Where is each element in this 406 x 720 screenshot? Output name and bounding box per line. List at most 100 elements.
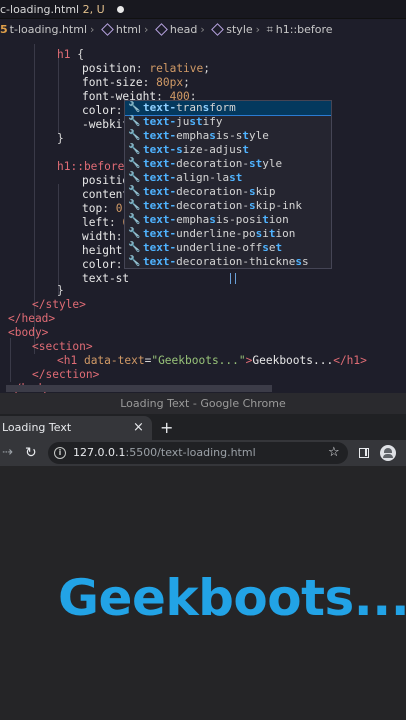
wrench-icon: 🔧 xyxy=(128,200,141,211)
code-line: </section> xyxy=(32,368,100,381)
new-tab-button[interactable]: + xyxy=(160,416,173,440)
suggestion-item[interactable]: 🔧 text-underline-offset xyxy=(125,241,331,255)
wrench-icon: 🔧 xyxy=(128,186,141,197)
suggestion-label: text-align-last xyxy=(143,171,243,184)
wrench-icon: 🔧 xyxy=(128,242,141,253)
suggestion-label: text-underline-offset xyxy=(143,241,283,254)
suggestion-label: text-decoration-style xyxy=(143,157,283,170)
browser-tab[interactable]: Loading Text × xyxy=(0,416,152,440)
code-line: </style> xyxy=(32,298,86,311)
page-heading: Geekboots... xyxy=(58,569,406,627)
autocomplete-suggestions[interactable]: 🔧 text-transform 🔧 text-justify 🔧 text-emphas… xyxy=(124,100,332,269)
editor-tab-file[interactable]: c-loading.html 2, U xyxy=(0,0,130,19)
side-panel-icon[interactable] xyxy=(359,448,369,458)
browser-tab-strip: Loading Text × + xyxy=(0,414,406,440)
code-line: </head> xyxy=(8,312,56,325)
indent-guide xyxy=(10,338,11,382)
code-line: } xyxy=(57,132,64,145)
code-line: top: 0; xyxy=(82,202,129,215)
suggestion-label: text-decoration-skip xyxy=(143,185,276,198)
html5-icon: 5 xyxy=(0,23,8,36)
code-line: } xyxy=(57,284,64,297)
code-line: content xyxy=(82,188,130,201)
address-bar[interactable]: i 127.0.0.1:5500/text-loading.html ☆ xyxy=(48,442,348,464)
code-line: height: xyxy=(82,244,129,257)
breadcrumb-separator: › xyxy=(200,23,205,36)
suggestion-label: text-decoration-skip-ink xyxy=(143,199,302,212)
code-line: position: relative; xyxy=(82,62,211,75)
unsaved-dot-icon[interactable] xyxy=(117,6,125,13)
tab-close-icon[interactable]: × xyxy=(133,416,144,440)
element-icon xyxy=(101,23,114,36)
star-icon[interactable]: ☆ xyxy=(328,442,340,464)
breadcrumb-item[interactable]: head xyxy=(155,20,197,39)
suggestion-label: text-size-adjust xyxy=(143,143,249,156)
wrench-icon: 🔧 xyxy=(128,130,141,141)
suggestion-item[interactable]: 🔧 text-emphasis-position xyxy=(125,213,331,227)
horizontal-scrollbar[interactable] xyxy=(6,385,272,392)
code-line: color: xyxy=(82,258,123,271)
breadcrumb-item[interactable]: html xyxy=(101,20,141,39)
suggestion-label: text-underline-position xyxy=(143,227,296,240)
suggestion-item[interactable]: 🔧 text-transform xyxy=(125,101,331,116)
editor-tab-bar: c-loading.html 2, U xyxy=(0,0,406,19)
suggestion-item[interactable]: 🔧 text-decoration-skip xyxy=(125,185,331,199)
url-text[interactable]: 127.0.0.1:5500/text-loading.html xyxy=(73,442,256,464)
element-icon xyxy=(211,23,225,36)
breadcrumb-item[interactable]: ⌗ h1::before xyxy=(267,20,333,39)
code-line: <section> xyxy=(32,340,93,353)
suggestion-item[interactable]: 🔧 text-decoration-skip-ink xyxy=(125,199,331,213)
suggestion-label: text-justify xyxy=(143,115,223,128)
code-line: color: xyxy=(82,104,123,117)
code-line: h1::before xyxy=(57,160,125,173)
suggestion-item[interactable]: 🔧 text-align-last xyxy=(125,171,331,185)
suggestion-item[interactable]: 🔧 text-size-adjust xyxy=(125,143,331,157)
wrench-icon: 🔧 xyxy=(128,144,141,155)
breadcrumb-file[interactable]: 5 t-loading.html xyxy=(0,20,87,39)
code-line: <h1 data-text="Geekboots...">Geekboots..… xyxy=(57,354,367,367)
code-line: positio xyxy=(82,174,130,187)
suggestion-label: text-emphasis-style xyxy=(143,129,269,142)
suggestion-item[interactable]: 🔧 text-underline-position xyxy=(125,227,331,241)
wrench-icon: 🔧 xyxy=(128,172,141,183)
code-line: left: 0 xyxy=(82,216,129,229)
breadcrumb-item[interactable]: style xyxy=(211,20,253,39)
code-line-active[interactable]: text-st xyxy=(82,272,129,286)
suggestion-item[interactable]: 🔧 text-justify xyxy=(125,115,331,129)
suggestion-label: text-emphasis-position xyxy=(143,213,289,226)
back-icon[interactable]: ⇢ xyxy=(2,440,13,466)
wrench-icon: 🔧 xyxy=(128,116,141,127)
browser-toolbar: ⇢ ↻ i 127.0.0.1:5500/text-loading.html ☆… xyxy=(0,440,406,466)
wrench-icon: 🔧 xyxy=(128,102,141,113)
code-line: h1 { xyxy=(57,48,84,61)
breadcrumb-separator: › xyxy=(90,23,95,36)
wrench-icon: 🔧 xyxy=(128,214,141,225)
code-editor[interactable]: c-loading.html 2, U 5 t-loading.html › htm… xyxy=(0,0,406,393)
editor-tab-filename: c-loading.html xyxy=(0,3,80,16)
menu-icon[interactable]: ⋮ xyxy=(402,440,406,466)
suggestion-item[interactable]: 🔧 text-decoration-style xyxy=(125,157,331,171)
editor-tab-status: 2, U xyxy=(82,3,105,16)
breadcrumb: 5 t-loading.html › html › head › style › ⌗ h1:… xyxy=(0,20,406,39)
indent-guide xyxy=(58,184,59,296)
info-icon[interactable]: i xyxy=(54,447,66,459)
mouse-ibeam-cursor xyxy=(230,273,236,284)
selector-icon: ⌗ xyxy=(266,23,273,36)
breadcrumb-separator: › xyxy=(143,23,149,36)
wrench-icon: 🔧 xyxy=(128,256,141,267)
breadcrumb-separator: › xyxy=(255,23,261,36)
indent-guide xyxy=(58,58,59,134)
browser-tab-title: Loading Text xyxy=(2,421,72,434)
wrench-icon: 🔧 xyxy=(128,158,141,169)
suggestion-label: text-transform xyxy=(143,101,236,114)
code-line: font-size: 80px; xyxy=(82,76,190,89)
code-line: <body> xyxy=(8,326,49,339)
wrench-icon: 🔧 xyxy=(128,228,141,239)
element-icon xyxy=(155,23,168,36)
suggestion-item[interactable]: 🔧 text-decoration-thickness xyxy=(125,255,331,268)
suggestion-item[interactable]: 🔧 text-emphasis-style xyxy=(125,129,331,143)
profile-icon[interactable] xyxy=(380,445,396,461)
code-line: -webkit xyxy=(82,118,130,131)
page-viewport: Geekboots... xyxy=(0,466,406,720)
reload-icon[interactable]: ↻ xyxy=(25,440,37,466)
